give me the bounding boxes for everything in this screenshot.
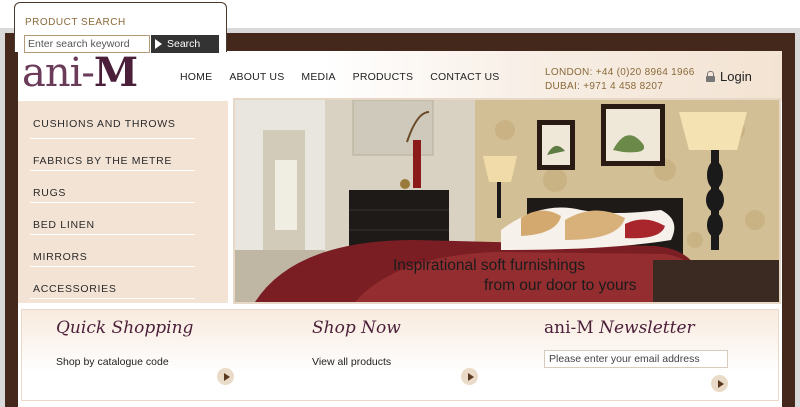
nav-media[interactable]: MEDIA [301, 71, 335, 83]
sidebar-item-mirrors[interactable]: MIRRORS [30, 235, 195, 267]
contact-dubai: DUBAI: +971 4 458 8207 [545, 81, 664, 92]
search-button-label: Search [167, 38, 201, 50]
shop-now-panel: Shop Now View all products [278, 310, 528, 400]
product-search-title: PRODUCT SEARCH [25, 17, 126, 28]
nav-contact-us[interactable]: CONTACT US [430, 71, 499, 83]
login-link[interactable]: Login [706, 69, 752, 84]
newsletter-panel: ani-M Newsletter [534, 310, 778, 400]
site-header: ani-M HOME ABOUT US MEDIA PRODUCTS CONTA… [18, 49, 782, 101]
quick-shopping-title: Quick Shopping [56, 318, 194, 338]
nav-products[interactable]: PRODUCTS [353, 71, 414, 83]
site-logo[interactable]: ani-M [22, 49, 138, 96]
sidebar-item-cushions[interactable]: CUSHIONS AND THROWS [30, 101, 195, 139]
newsletter-title: ani-M Newsletter [544, 318, 695, 338]
search-input[interactable] [24, 35, 150, 53]
logo-text-part1: ani- [22, 50, 95, 96]
newsletter-email-input[interactable] [544, 350, 728, 368]
newsletter-submit-button[interactable] [711, 375, 728, 392]
contact-info: LONDON: +44 (0)20 8964 1966 DUBAI: +971 … [545, 66, 695, 94]
nav-about-us[interactable]: ABOUT US [229, 71, 284, 83]
sidebar-item-fabrics[interactable]: FABRICS BY THE METRE [30, 139, 195, 171]
product-search-panel: PRODUCT SEARCH Search [14, 2, 227, 53]
main-nav: HOME ABOUT US MEDIA PRODUCTS CONTACT US [180, 71, 499, 83]
newsletter-title-brand: ani-M [544, 318, 594, 338]
category-sidebar: CUSHIONS AND THROWS FABRICS BY THE METRE… [18, 101, 228, 303]
sidebar-item-bed-linen[interactable]: BED LINEN [30, 203, 195, 235]
arrow-right-icon [467, 372, 474, 381]
logo-text-part2: M [93, 49, 138, 96]
hero-text-line1: Inspirational soft furnishings [393, 257, 586, 274]
shop-now-arrow-button[interactable] [461, 368, 478, 385]
shop-now-link[interactable]: View all products [312, 356, 391, 368]
play-triangle-icon [155, 39, 162, 49]
shop-now-title: Shop Now [312, 318, 401, 338]
bottom-panels: Quick Shopping Shop by catalogue code Sh… [21, 309, 779, 401]
sidebar-item-rugs[interactable]: RUGS [30, 171, 195, 203]
arrow-right-icon [717, 379, 724, 388]
sidebar-item-accessories[interactable]: ACCESSORIES [30, 267, 195, 299]
newsletter-title-rest: Newsletter [593, 318, 695, 338]
contact-london: LONDON: +44 (0)20 8964 1966 [545, 67, 695, 78]
quick-shopping-link[interactable]: Shop by catalogue code [56, 356, 169, 368]
nav-home[interactable]: HOME [180, 71, 212, 83]
quick-shopping-panel: Quick Shopping Shop by catalogue code [22, 310, 272, 400]
hero-text-line2: from our door to yours [484, 277, 637, 294]
lock-icon [706, 71, 715, 82]
login-label: Login [720, 69, 752, 84]
search-button[interactable]: Search [151, 35, 219, 53]
quick-shopping-arrow-button[interactable] [217, 368, 234, 385]
arrow-right-icon [223, 372, 230, 381]
hero-banner: Inspirational soft furnishings from our … [233, 98, 781, 304]
